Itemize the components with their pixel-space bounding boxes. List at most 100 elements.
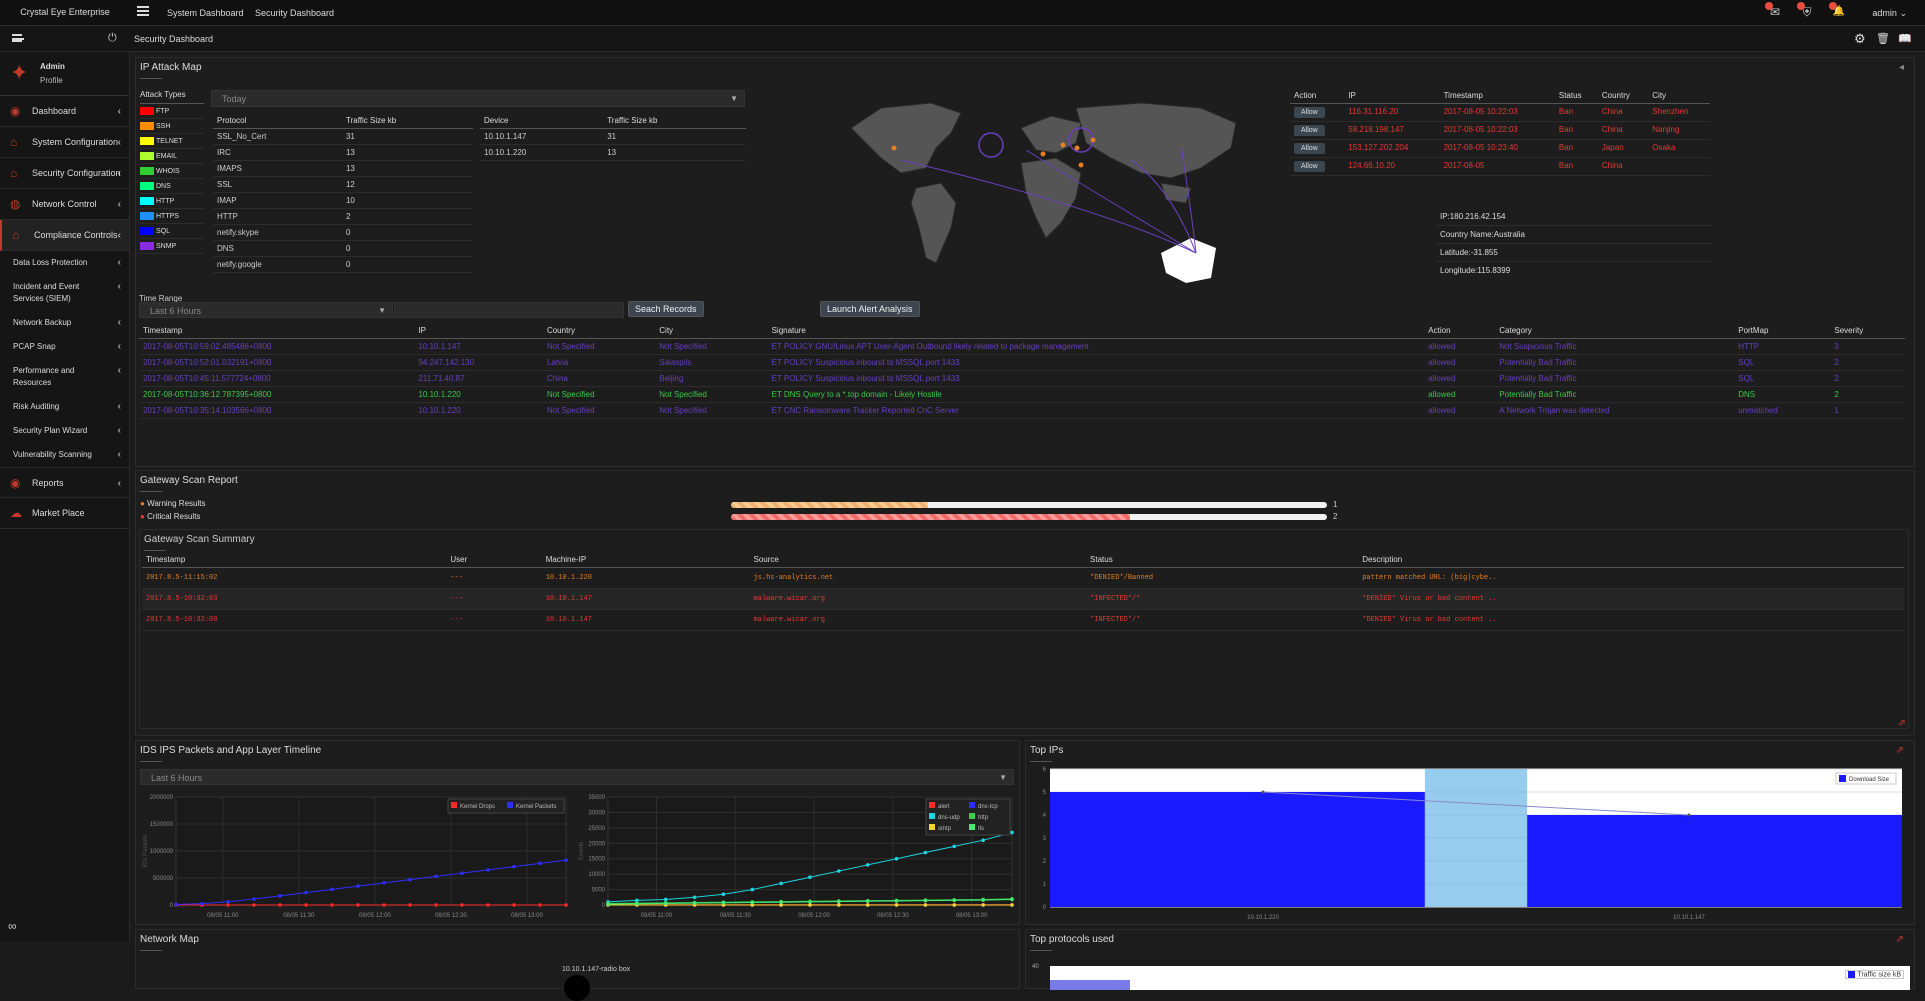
table-cell: SSL_No_Cert — [213, 128, 342, 145]
table-cell: Not Specified — [655, 402, 768, 419]
table-cell: ET DNS Query to a *.top domain - Likely … — [767, 386, 1425, 403]
allow-button[interactable]: Allow — [1294, 107, 1325, 118]
record-row[interactable]: 2017-08-05T10:35:14.103566+0800 10.10.1.2… — [139, 402, 1905, 419]
sidebar-sub-security-plan-wizard[interactable]: Security Plan Wizard ‹ — [0, 419, 129, 443]
legend-label: Download Size — [1849, 777, 1890, 783]
table-cell: ET POLICY Suspicious inbound to MSSQL po… — [767, 354, 1425, 371]
sidebar-sub-risk-auditing[interactable]: Risk Auditing ‹ — [0, 395, 129, 419]
sidebar-item-network-control[interactable]: ◍ Network Control ‹ — [0, 189, 129, 220]
ids-range-select[interactable]: Last 6 Hours ▼ — [140, 769, 1014, 785]
table-cell: 0 — [341, 256, 473, 273]
collapse-icon[interactable]: ◂ — [1899, 62, 1904, 73]
column-header[interactable]: Machine-IP — [541, 552, 750, 568]
data-point — [460, 871, 464, 875]
search-records-button[interactable]: Seach Records — [628, 301, 704, 317]
table-cell: Not Specified — [655, 386, 768, 403]
table-cell: 2017-08-05 10:23:40 — [1439, 139, 1555, 158]
sidebar-item-reports[interactable]: ◉ Reports ‹ — [0, 467, 129, 498]
profile-link[interactable]: Profile — [40, 76, 63, 85]
record-row[interactable]: 2017-08-05T10:45:11.577724+0800 211.71.40… — [139, 370, 1905, 387]
protocol-row: HTTP 2 — [213, 208, 473, 225]
y-tick-label: 30000 — [588, 810, 605, 816]
legend-swatch — [507, 802, 513, 808]
map-pin[interactable] — [1060, 142, 1066, 148]
period-select[interactable]: Today ▼ — [211, 90, 745, 107]
record-row[interactable]: 2017-08-05T10:59:02.485486+0800 10.10.1.1… — [139, 338, 1905, 355]
map-pin[interactable] — [1078, 162, 1084, 168]
launch-alert-analysis-button[interactable]: Launch Alert Analysis — [820, 301, 920, 317]
book-icon[interactable]: 📖 — [1898, 32, 1912, 45]
south-america-shape — [910, 182, 957, 264]
ban-table: Action IP Timestamp Status Country City Allow 1… — [1290, 88, 1710, 196]
data-point — [894, 903, 899, 907]
bar[interactable] — [1527, 815, 1902, 907]
bar[interactable] — [1050, 792, 1425, 907]
data-point — [304, 890, 308, 895]
sidebar-sub-data-loss-protection[interactable]: Data Loss Protection ‹ — [0, 251, 129, 275]
allow-button[interactable]: Allow — [1294, 143, 1325, 154]
infinity-icon[interactable]: ∞ — [8, 919, 17, 933]
nav-security-dashboard[interactable]: Security Dashboard — [255, 8, 334, 18]
app-layer-chart: 0 5000 10000 15000 20000 25000 30000 35000 08/05… — [579, 795, 1014, 919]
home-icon: ⌂ — [10, 166, 18, 180]
sidebar-sub-siem[interactable]: Incident and Event Services (SIEM) ‹ — [0, 275, 129, 311]
map-pin[interactable] — [1040, 151, 1046, 157]
table-cell: 31 — [341, 128, 473, 145]
column-header: Status — [1554, 88, 1598, 104]
data-point — [808, 903, 812, 907]
map-pin[interactable] — [1090, 137, 1096, 143]
sidebar-item-security-configuration[interactable]: ⌂ Security Configuration ‹ — [0, 158, 129, 189]
world-map[interactable] — [841, 88, 1341, 303]
external-link-icon[interactable]: ⇗ — [1896, 745, 1904, 756]
allow-button[interactable]: Allow — [1294, 125, 1325, 136]
sidebar-sub-vulnerability-scanning[interactable]: Vulnerability Scanning ‹ — [0, 443, 129, 467]
data-point — [278, 894, 282, 898]
attack-type-label: SQL — [156, 227, 171, 235]
column-header[interactable]: User — [446, 552, 542, 568]
trash-icon[interactable]: 🗑 — [1876, 32, 1890, 45]
menu-toggle-icon[interactable] — [137, 6, 149, 16]
table-cell: 10.10.1.147 — [414, 338, 543, 355]
scan-row[interactable]: 2017.8.5-10:32:00 --- 10.10.1.147 malware.w… — [142, 609, 1904, 631]
column-header[interactable]: Timestamp — [142, 552, 447, 568]
search-records-input[interactable] — [394, 302, 624, 318]
warning-icon: ● — [140, 499, 145, 508]
table-cell: 1 — [1830, 402, 1905, 419]
sidebar-item-system-configuration[interactable]: ⌂ System Configuration ‹ — [0, 127, 129, 158]
data-point — [894, 899, 899, 903]
scan-row[interactable]: 2017.8.5-10:32:03 --- 10.10.1.147 malware.w… — [142, 588, 1904, 610]
attack-type-label: EMAIL — [156, 152, 178, 160]
table-cell: Potentially Bad Traffic — [1495, 386, 1735, 403]
column-header[interactable]: Description — [1358, 552, 1904, 568]
power-icon[interactable]: ⏻ — [108, 32, 117, 45]
external-link-icon[interactable]: ⇗ — [1898, 718, 1906, 729]
caret-down-icon: ▼ — [999, 773, 1007, 782]
scan-table: Timestamp User Machine-IP Source Status Descr… — [142, 552, 1904, 631]
allow-button[interactable]: Allow — [1294, 161, 1325, 172]
legend-label: alert — [938, 804, 950, 810]
column-header[interactable]: Source — [749, 552, 1087, 568]
sidebar-toggle-icon[interactable] — [12, 34, 24, 42]
sidebar-item-compliance-controls[interactable]: ⌂ Compliance Controls ‹ — [0, 220, 129, 251]
external-link-icon[interactable]: ⇗ — [1896, 934, 1904, 945]
settings-icon[interactable]: ⚙ — [1854, 31, 1866, 47]
sidebar-item-market-place[interactable]: ☁ Market Place — [0, 498, 129, 529]
scan-row[interactable]: 2017.8.5-11:15:02 --- 10.10.1.220 js.hs-ana… — [142, 567, 1904, 589]
sidebar-sub-pcap-snap[interactable]: PCAP Snap ‹ — [0, 335, 129, 359]
warning-progress-bar — [731, 502, 1327, 508]
record-row[interactable]: 2017-08-05T10:36:12.787395+0800 10.10.1.2… — [139, 386, 1905, 403]
user-menu[interactable]: admin ⌄ — [1872, 8, 1907, 19]
column-header[interactable]: Status — [1086, 552, 1359, 568]
data-point — [226, 903, 230, 907]
sidebar-sub-network-backup[interactable]: Network Backup ‹ — [0, 311, 129, 335]
record-row[interactable]: 2017-08-05T10:52:01.032191+0800 94.247.14… — [139, 354, 1905, 371]
map-pin[interactable] — [1074, 145, 1080, 151]
network-node[interactable] — [564, 975, 590, 1001]
sidebar-sub-performance[interactable]: Performance and Resources ‹ — [0, 359, 129, 395]
time-range-select[interactable]: Last 6 Hours ▼ — [139, 302, 393, 318]
table-cell: 124.66.10.20 — [1344, 157, 1440, 176]
nav-system-dashboard[interactable]: System Dashboard — [167, 8, 244, 18]
network-node-label: 10.10.1.147-radio box — [562, 966, 631, 973]
sidebar-item-dashboard[interactable]: ◉ Dashboard ‹ — [0, 96, 129, 127]
map-pin[interactable] — [891, 145, 897, 151]
